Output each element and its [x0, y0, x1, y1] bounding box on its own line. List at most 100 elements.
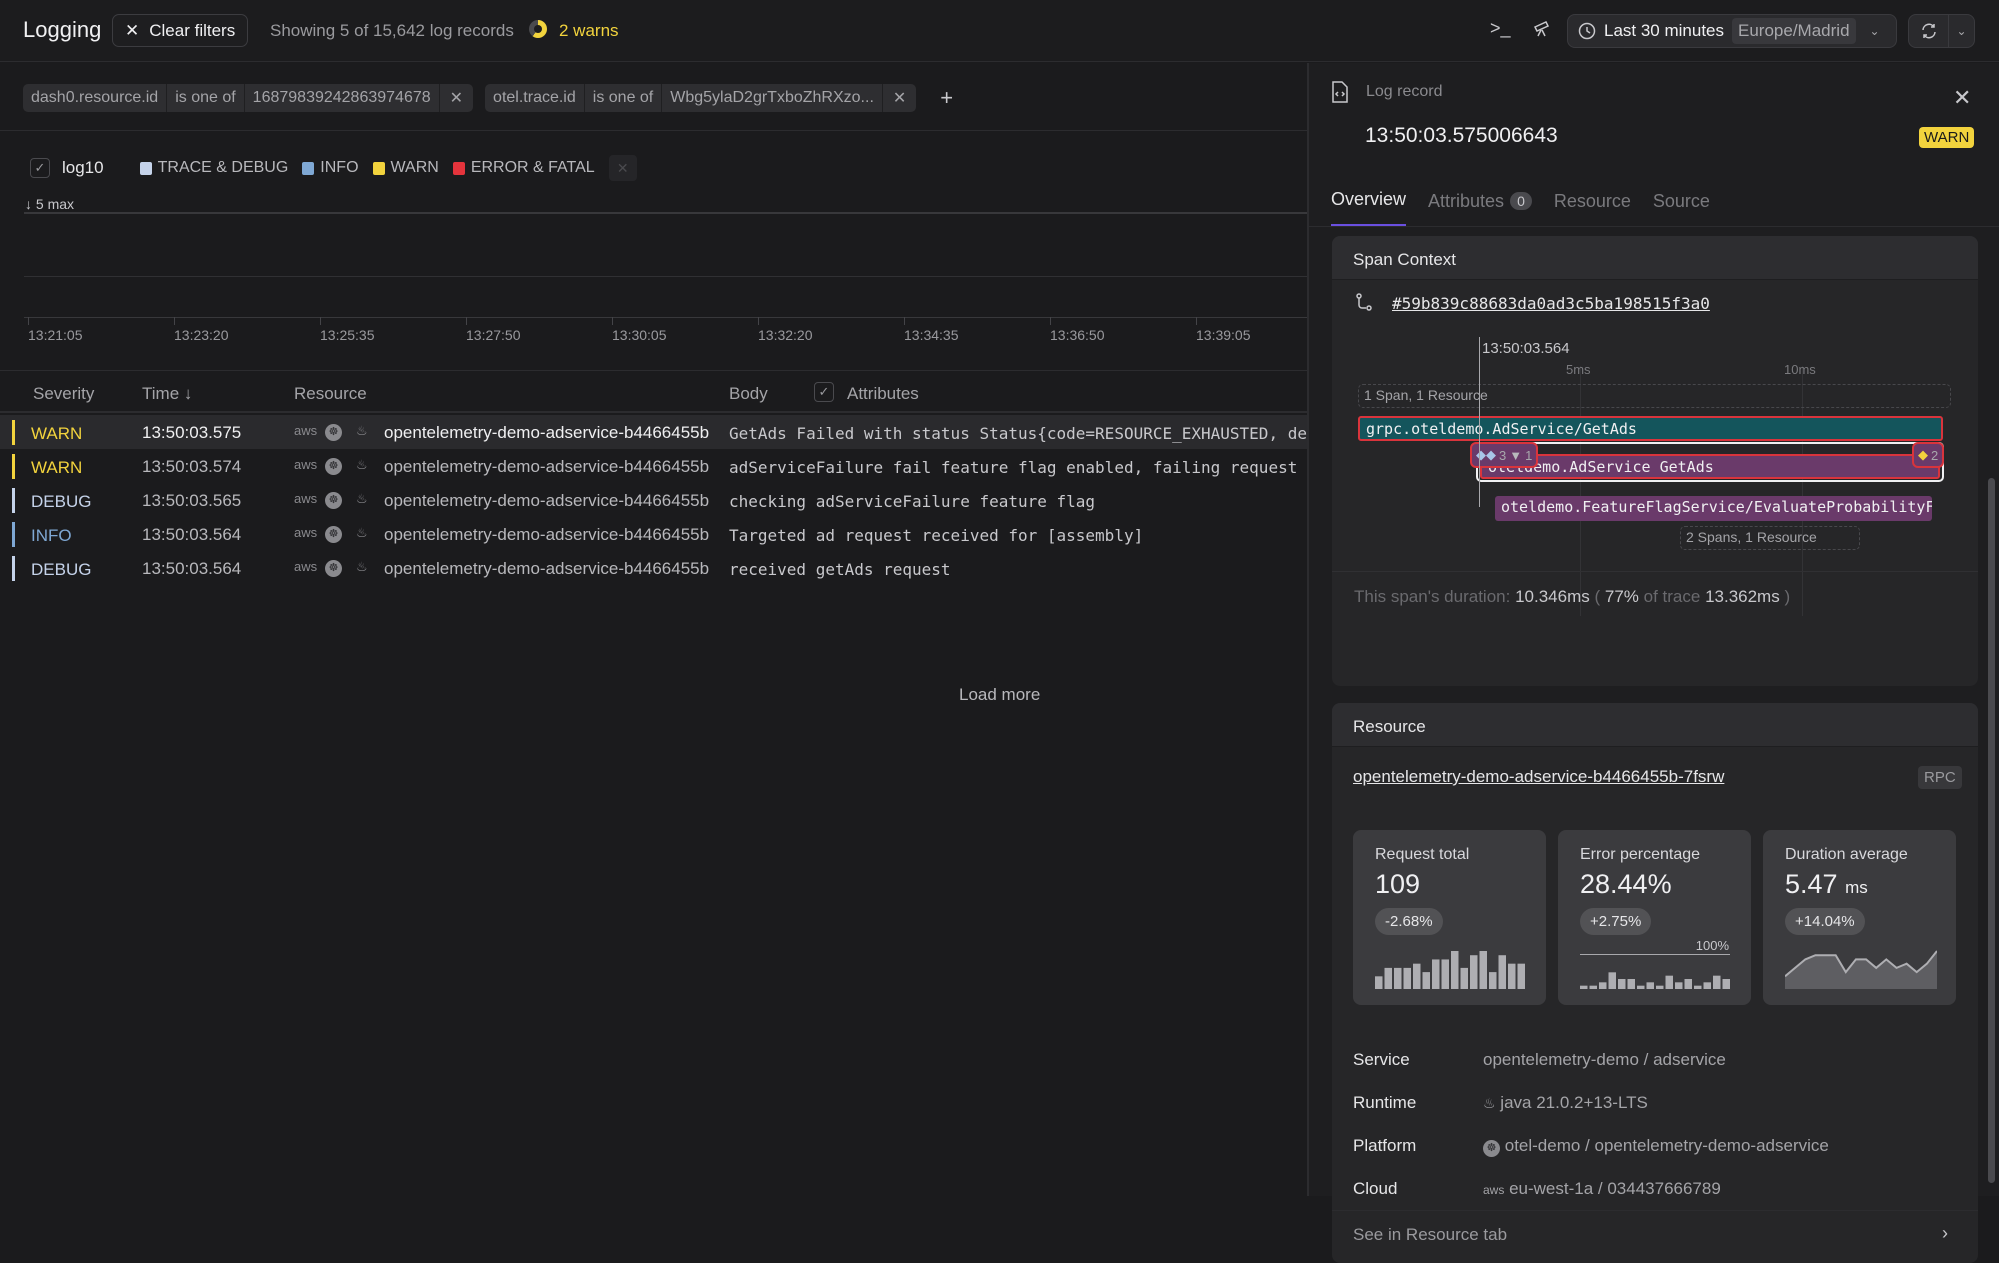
span-bar-grpc-getads[interactable]: grpc.oteldemo.AdService/GetAds [1358, 416, 1943, 441]
table-row[interactable]: INFO 13:50:03.564 aws ☸ ♨ opentelemetry-demo-… [0, 517, 1307, 551]
sparkline-bar [1713, 975, 1721, 989]
top-bar: Logging ✕ Clear filters Showing 5 of 15,… [0, 0, 1999, 62]
sparkline-bar [1489, 972, 1497, 989]
attributes-checkbox[interactable]: ✓ [814, 381, 834, 402]
metric-title: Error percentage [1580, 846, 1701, 863]
resource-name-link[interactable]: opentelemetry-demo-adservice-b4466455b-7… [1353, 767, 1724, 787]
span-group-top[interactable]: 1 Span, 1 Resource [1358, 384, 1951, 408]
span-bar-featureflag[interactable]: oteldemo.FeatureFlagService/EvaluateProb… [1495, 496, 1932, 521]
resource-cell: opentelemetry-demo-adservice-b4466455b-7… [384, 525, 709, 544]
severity-cell: WARN [31, 458, 83, 477]
chart-max-label: ↓ 5 max [25, 196, 75, 212]
filter-value: Wbg5ylaD2grTxboZhRXzo... [662, 84, 883, 112]
clear-legend-icon[interactable]: ✕ [608, 155, 637, 181]
field-text: java 21.0.2+13-LTS [1500, 1093, 1648, 1112]
span-icon [1355, 293, 1373, 316]
legend-item-warn[interactable]: WARN [372, 159, 439, 177]
column-body[interactable]: Body [729, 384, 768, 404]
event-count: 2 [1931, 447, 1939, 463]
sparkline-bar [1722, 979, 1730, 989]
attributes-count-badge: 0 [1510, 192, 1532, 210]
see-in-resource-tab-link[interactable]: See in Resource tab [1353, 1225, 1507, 1245]
resource-cell: opentelemetry-demo-adservice-b4466455b-7… [384, 457, 709, 476]
severity-bar [12, 488, 15, 513]
filter-chip[interactable]: dash0.resource.id is one of 168798392428… [23, 84, 474, 112]
metric-value: 5.47 ms [1785, 869, 1934, 900]
span-events-marker-right[interactable]: ◆ 2 [1912, 442, 1945, 468]
chart-x-axis [24, 317, 1307, 318]
load-more-button[interactable]: Load more [959, 685, 1040, 705]
legend-item-trace-debug[interactable]: TRACE & DEBUG [139, 159, 289, 177]
column-time[interactable]: Time ↓ [142, 384, 192, 404]
remove-filter-icon[interactable]: ✕ [882, 84, 917, 112]
refresh-options-chevron-icon[interactable]: ⌄ [1949, 15, 1974, 47]
span-id-link[interactable]: #59b839c88683da0ad3c5ba198515f3a0 [1392, 294, 1710, 313]
refresh-button[interactable] [1909, 15, 1949, 47]
java-icon: ♨ [356, 491, 368, 506]
timeline-tick: 5ms [1566, 362, 1591, 377]
sparkline-bar [1675, 982, 1683, 989]
span-bar-adservice-getads[interactable]: oteldemo.AdService GetAds [1480, 454, 1940, 479]
x-axis-tick [758, 317, 759, 325]
span-group-bottom[interactable]: 2 Spans, 1 Resource [1680, 526, 1860, 550]
metric-value: 109 [1375, 869, 1421, 899]
warn-count-link[interactable]: 2 warns [559, 21, 619, 41]
legend-item-info[interactable]: INFO [302, 159, 359, 177]
span-duration: This span's duration: 10.346ms ( 77% of … [1354, 587, 1791, 606]
field-value: ☸ otel-demo / opentelemetry-demo-adservi… [1483, 1136, 1829, 1157]
detail-scrollbar[interactable] [1988, 478, 1995, 1183]
aws-icon: aws [294, 525, 318, 540]
span-events-marker-left[interactable]: ◆◆ 3 ▼ 1 [1470, 442, 1539, 468]
x-axis-tick [1196, 317, 1197, 325]
remove-filter-icon[interactable]: ✕ [439, 84, 474, 112]
tab-source[interactable]: Source [1653, 191, 1710, 226]
field-text: eu-west-1a / 034437666789 [1509, 1179, 1721, 1198]
metric-title: Duration average [1785, 846, 1908, 863]
sparkline-bar [1694, 985, 1702, 989]
timeline-cursor [1479, 337, 1480, 507]
table-row[interactable]: WARN 13:50:03.575 aws ☸ ♨ opentelemetry-demo-… [0, 415, 1307, 449]
filter-chip[interactable]: otel.trace.id is one of Wbg5ylaD2grTxboZ… [485, 84, 917, 112]
metric-delta: +2.75% [1580, 908, 1652, 935]
metric-error-percentage[interactable]: Error percentage 28.44% +2.75% 100% [1558, 830, 1751, 1005]
x-axis-tick-label: 13:36:50 [1050, 327, 1105, 343]
time-range-picker[interactable]: Last 30 minutes Europe/Madrid ⌄ [1567, 14, 1897, 48]
tab-attributes[interactable]: Attributes 0 [1428, 191, 1532, 226]
tab-overview[interactable]: Overview [1331, 189, 1407, 227]
telescope-icon[interactable] [1532, 18, 1552, 43]
sparkline-bar [1441, 959, 1449, 989]
log10-checkbox[interactable]: ✓ [30, 158, 50, 178]
metric-unit: ms [1845, 878, 1868, 897]
column-resource[interactable]: Resource [294, 384, 367, 404]
close-panel-icon[interactable]: ✕ [1953, 85, 1971, 111]
warn-pie-icon [529, 20, 547, 38]
aws-icon: aws [294, 423, 318, 438]
kubernetes-icon: ☸ [325, 525, 342, 543]
legend-label: INFO [320, 159, 359, 176]
terminal-icon[interactable]: >_ [1490, 18, 1511, 39]
legend-item-error-fatal[interactable]: ERROR & FATAL [452, 159, 595, 177]
sparkline-bar [1608, 972, 1616, 989]
metric-request-total[interactable]: Request total 109 -2.68% [1353, 830, 1546, 1005]
chevron-down-icon: ⌄ [1869, 24, 1880, 38]
card-title: Span Context [1332, 236, 1978, 280]
request-total-sparkline [1375, 951, 1525, 989]
sparkline-bar [1703, 982, 1711, 989]
chevron-right-icon[interactable]: › [1942, 1223, 1948, 1244]
tab-resource[interactable]: Resource [1554, 191, 1631, 226]
column-severity[interactable]: Severity [33, 384, 94, 404]
severity-cell: WARN [31, 424, 83, 443]
timeline-tick: 10ms [1784, 362, 1816, 377]
kubernetes-icon: ☸ [325, 559, 342, 577]
field-key: Service [1353, 1050, 1410, 1069]
divider [0, 130, 1307, 131]
kubernetes-icon: ☸ [1483, 1140, 1500, 1157]
table-row[interactable]: DEBUG 13:50:03.564 aws ☸ ♨ opentelemetry-demo… [0, 551, 1307, 585]
close-icon: ✕ [125, 20, 140, 40]
table-row[interactable]: WARN 13:50:03.574 aws ☸ ♨ opentelemetry-demo-… [0, 449, 1307, 483]
add-filter-icon[interactable]: + [940, 85, 953, 111]
clear-filters-button[interactable]: ✕ Clear filters [112, 14, 249, 47]
legend-label: TRACE & DEBUG [157, 159, 289, 176]
metric-duration-average[interactable]: Duration average 5.47 ms +14.04% [1763, 830, 1956, 1005]
table-row[interactable]: DEBUG 13:50:03.565 aws ☸ ♨ opentelemetry-demo… [0, 483, 1307, 517]
